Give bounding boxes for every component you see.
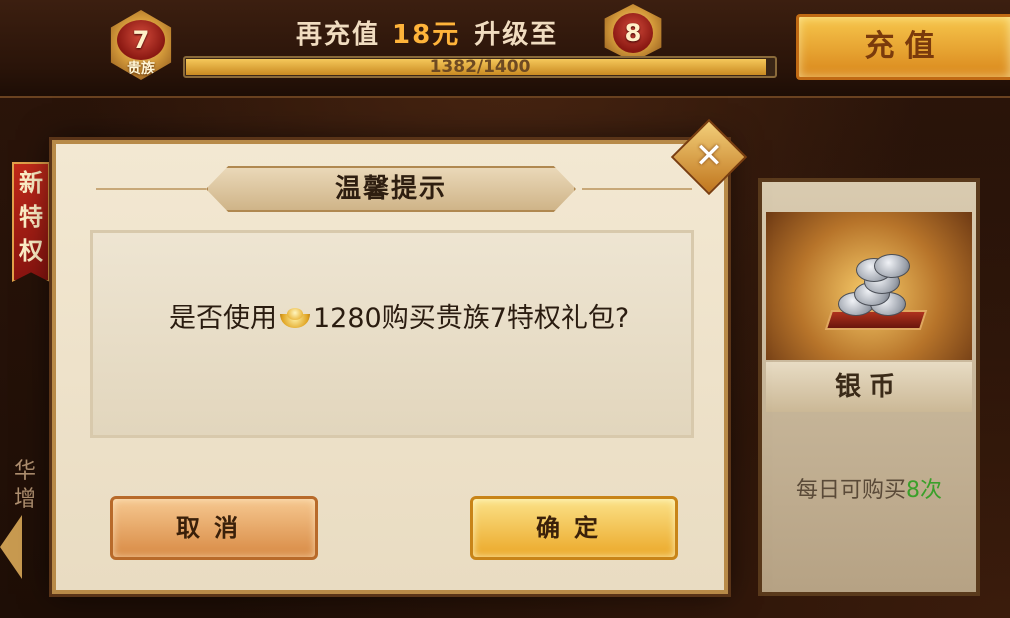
confirm-dialog: 温馨提示 是否使用 1280购买贵族7特权礼包? 取消 确定 bbox=[52, 140, 728, 594]
daily-prefix: 每日可购买 bbox=[795, 478, 906, 503]
confirm-button[interactable]: 确定 bbox=[470, 496, 678, 560]
message-prefix: 是否使用 bbox=[169, 303, 277, 334]
ribbon-char: 特 bbox=[19, 203, 43, 231]
recharge-prefix: 再充值 bbox=[296, 20, 381, 50]
scroll-left-arrow-icon[interactable] bbox=[0, 515, 22, 579]
title-divider-left bbox=[96, 188, 206, 190]
dialog-title: 温馨提示 bbox=[206, 166, 576, 212]
gold-ingot-icon bbox=[278, 308, 312, 330]
next-vip-level: 8 bbox=[613, 13, 653, 53]
current-vip-emblem: 7 贵族 bbox=[110, 10, 172, 80]
left-partial-text: 华 增 bbox=[14, 458, 36, 514]
ribbon-char: 新 bbox=[19, 169, 43, 197]
item-image-area bbox=[766, 212, 972, 360]
vip-header-bar: 7 贵族 再充值 18元 升级至 8 1382/1400 充值 bbox=[0, 0, 1010, 98]
vip-progress-bar: 1382/1400 bbox=[183, 56, 777, 78]
message-box: 是否使用 1280购买贵族7特权礼包? bbox=[90, 230, 694, 438]
title-divider-right bbox=[582, 188, 692, 190]
cancel-button[interactable]: 取消 bbox=[110, 496, 318, 560]
next-vip-emblem: 8 bbox=[604, 4, 662, 62]
current-vip-label: 贵族 bbox=[127, 61, 155, 77]
recharge-amount: 18元 bbox=[392, 20, 461, 50]
new-privilege-ribbon[interactable]: 新 特 权 bbox=[12, 162, 50, 282]
dialog-message: 是否使用 1280购买贵族7特权礼包? bbox=[169, 301, 649, 337]
recharge-hint: 再充值 18元 升级至 bbox=[296, 14, 558, 51]
recharge-suffix: 升级至 bbox=[474, 20, 559, 50]
daily-purchase-limit: 每日可购买8次 bbox=[762, 472, 976, 504]
daily-count: 8次 bbox=[906, 478, 942, 503]
current-vip-level: 7 bbox=[117, 20, 165, 60]
close-icon: ✕ bbox=[694, 136, 724, 176]
silver-coins-icon bbox=[824, 252, 928, 330]
message-suffix: 1280购买贵族7特权礼包? bbox=[313, 303, 630, 334]
item-name: 银币 bbox=[766, 362, 972, 412]
silver-coin-card[interactable]: 银币 每日可购买8次 bbox=[758, 178, 980, 596]
recharge-button[interactable]: 充值 bbox=[796, 14, 1010, 80]
ribbon-char: 权 bbox=[19, 237, 43, 265]
left-text-line: 华 bbox=[14, 459, 37, 484]
vip-progress-text: 1382/1400 bbox=[429, 57, 531, 77]
left-text-line: 增 bbox=[14, 487, 37, 512]
